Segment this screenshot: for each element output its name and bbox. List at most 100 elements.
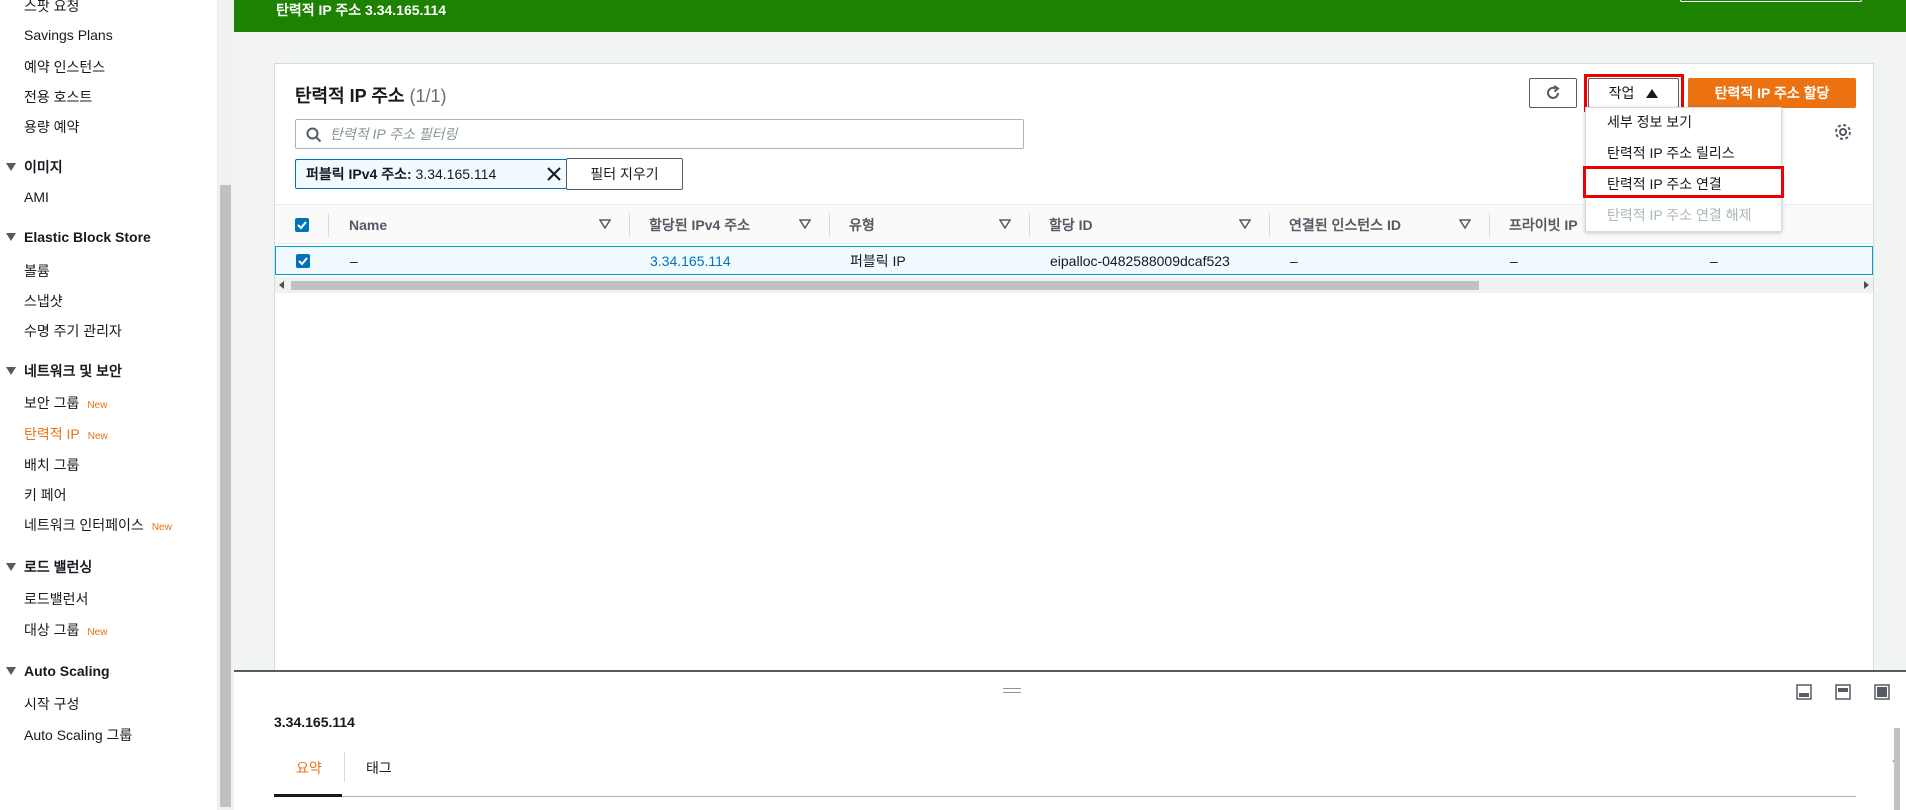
caret-down-icon <box>6 367 16 375</box>
banner-text: 탄력적 IP 주소 3.34.165.114 <box>276 2 447 18</box>
item-count: (1/1) <box>409 86 447 106</box>
sidebar-item-volumes[interactable]: 볼륨 <box>24 261 50 281</box>
sort-icon[interactable] <box>599 219 611 229</box>
menu-item-disassociate-eip: 탄력적 IP 주소 연결 해제 <box>1607 207 1752 223</box>
caret-down-icon <box>6 233 16 241</box>
search-box[interactable] <box>295 119 1024 149</box>
layout-bottom-icon[interactable] <box>1796 684 1812 700</box>
search-input[interactable] <box>330 120 1010 148</box>
sidebar-section-ebs[interactable]: Elastic Block Store <box>6 229 151 245</box>
select-all-checkbox[interactable] <box>295 205 309 245</box>
sidebar-item-lifecycle-manager[interactable]: 수명 주기 관리자 <box>24 321 122 341</box>
sidebar-item-auto-scaling-groups[interactable]: Auto Scaling 그룹 <box>24 725 132 745</box>
banner-button[interactable] <box>1680 0 1862 2</box>
scrollbar-thumb[interactable] <box>291 281 1479 290</box>
sidebar-item-key-pairs[interactable]: 키 페어 <box>24 485 67 505</box>
row-checkbox[interactable] <box>296 247 310 274</box>
filter-chip: 퍼블릭 IPv4 주소: 3.34.165.114 <box>295 159 571 189</box>
new-badge: New <box>151 522 172 533</box>
refresh-icon <box>1547 85 1560 99</box>
sidebar-item-reserved-instances[interactable]: 예약 인스턴스 <box>24 57 105 77</box>
new-badge: New <box>87 627 108 638</box>
associate-highlight <box>1583 166 1784 198</box>
caret-down-icon <box>6 563 16 571</box>
check-icon <box>295 218 309 232</box>
sidebar-item-ami[interactable]: AMI <box>24 189 49 205</box>
scroll-right-icon[interactable] <box>1864 281 1869 289</box>
scroll-left-icon[interactable] <box>279 281 284 289</box>
table-horizontal-scrollbar[interactable] <box>275 277 1873 293</box>
details-title: 3.34.165.114 <box>274 714 355 730</box>
cell-extra: – <box>1710 252 1718 269</box>
gear-icon[interactable] <box>1833 122 1853 142</box>
caret-down-icon <box>6 667 16 675</box>
column-header-allocation-id[interactable]: 할당 ID <box>1049 205 1093 245</box>
column-header-ipv4[interactable]: 할당된 IPv4 주소 <box>649 205 750 245</box>
refresh-button[interactable] <box>1529 78 1577 108</box>
cell-ipv4-link[interactable]: 3.34.165.114 <box>650 247 731 274</box>
details-split-panel: 3.34.165.114 요약 태그 <box>234 670 1906 810</box>
column-divider <box>1489 213 1490 237</box>
tabs-border <box>274 796 1856 797</box>
menu-item-release-eip[interactable]: 탄력적 IP 주소 릴리스 <box>1607 143 1735 163</box>
filter-chip-key: 퍼블릭 IPv4 주소: <box>306 166 412 182</box>
column-header-name[interactable]: Name <box>349 205 387 245</box>
column-divider <box>829 213 830 237</box>
column-divider <box>328 213 329 237</box>
allocate-eip-button[interactable]: 탄력적 IP 주소 할당 <box>1688 78 1856 108</box>
sidebar-section-load-balancing[interactable]: 로드 밸런싱 <box>6 557 92 577</box>
sidebar-item-security-groups[interactable]: 보안 그룹 New <box>24 393 107 413</box>
tab-divider <box>344 752 345 782</box>
sidebar-item-elastic-ips[interactable]: 탄력적 IP New <box>24 424 108 444</box>
column-divider <box>1269 213 1270 237</box>
sidebar-item-placement-groups[interactable]: 배치 그룹 <box>24 455 79 475</box>
close-icon[interactable] <box>546 166 562 182</box>
caret-down-icon <box>6 163 16 171</box>
new-badge: New <box>87 431 108 442</box>
check-icon <box>296 253 310 268</box>
resize-handle-icon[interactable] <box>1003 688 1021 693</box>
column-divider <box>1029 213 1030 237</box>
cell-type: 퍼블릭 IP <box>850 252 906 269</box>
cell-private-ip: – <box>1510 252 1518 269</box>
column-divider <box>629 213 630 237</box>
clear-filters-button[interactable]: 필터 지우기 <box>566 158 683 190</box>
menu-item-view-details[interactable]: 세부 정보 보기 <box>1607 112 1692 132</box>
sort-icon[interactable] <box>799 219 811 229</box>
details-scrollbar-thumb[interactable] <box>1894 728 1900 810</box>
sidebar-item-savings-plans[interactable]: Savings Plans <box>24 27 113 43</box>
sidebar-item-load-balancers[interactable]: 로드밸런서 <box>24 589 88 609</box>
filter-chip-value: 3.34.165.114 <box>415 166 497 182</box>
layout-full-icon[interactable] <box>1874 684 1890 700</box>
sort-icon[interactable] <box>1459 219 1471 229</box>
success-banner: 탄력적 IP 주소 3.34.165.114 <box>234 0 1906 32</box>
new-badge: New <box>87 400 108 411</box>
sidebar-section-auto-scaling[interactable]: Auto Scaling <box>6 663 110 679</box>
column-header-private-ip[interactable]: 프라이빗 IP <box>1509 205 1578 245</box>
sidebar: 스팟 요청 Savings Plans 예약 인스턴스 전용 호스트 용량 예약… <box>0 0 218 810</box>
sidebar-item-snapshots[interactable]: 스냅샷 <box>24 291 63 311</box>
sort-icon[interactable] <box>999 219 1011 229</box>
cell-instance-id: – <box>1290 252 1298 269</box>
sidebar-item-capacity-reservations[interactable]: 용량 예약 <box>24 117 79 137</box>
page-title: 탄력적 IP 주소 (1/1) <box>295 86 447 106</box>
active-tab-indicator <box>274 794 342 797</box>
cell-allocation-id: eipalloc-0482588009dcaf523 <box>1050 252 1230 269</box>
sidebar-item-spot-requests[interactable]: 스팟 요청 <box>24 0 79 16</box>
sidebar-section-images[interactable]: 이미지 <box>6 157 63 177</box>
cell-name: – <box>350 252 358 269</box>
column-header-instance-id[interactable]: 연결된 인스턴스 ID <box>1289 205 1401 245</box>
search-icon <box>306 127 322 143</box>
column-header-type[interactable]: 유형 <box>849 205 875 245</box>
sidebar-item-target-groups[interactable]: 대상 그룹 New <box>24 620 107 640</box>
sidebar-item-network-interfaces[interactable]: 네트워크 인터페이스 New <box>24 515 172 535</box>
tab-tags[interactable]: 태그 <box>366 758 392 778</box>
tab-summary[interactable]: 요약 <box>296 758 322 778</box>
sidebar-scrollbar-thumb[interactable] <box>220 185 231 807</box>
sidebar-item-dedicated-hosts[interactable]: 전용 호스트 <box>24 87 92 107</box>
sidebar-section-network-security[interactable]: 네트워크 및 보안 <box>6 361 122 381</box>
sort-icon[interactable] <box>1239 219 1251 229</box>
table-row[interactable]: – 3.34.165.114 퍼블릭 IP eipalloc-048258800… <box>275 246 1873 275</box>
layout-side-icon[interactable] <box>1835 684 1851 700</box>
sidebar-item-launch-configurations[interactable]: 시작 구성 <box>24 694 79 714</box>
